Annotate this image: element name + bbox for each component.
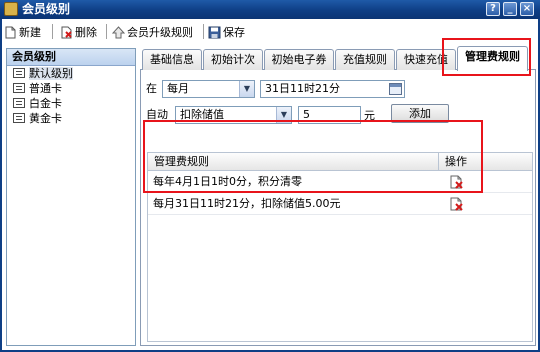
toolbar-separator	[106, 24, 107, 39]
at-label: 在	[146, 82, 157, 95]
toolbar-separator	[52, 24, 53, 39]
action-select[interactable]: 扣除储值 ▼	[175, 106, 292, 124]
rule-text: 每年4月1日1时0分，积分清零	[153, 175, 302, 188]
tab-initial-count[interactable]: 初始计次	[203, 49, 263, 70]
column-header-action: 操作	[445, 155, 467, 168]
new-label: 新建	[19, 26, 41, 39]
amount-input[interactable]: 5	[298, 106, 361, 124]
table-header: 管理费规则 操作	[148, 153, 532, 171]
list-node-icon	[13, 68, 25, 78]
chevron-down-icon[interactable]: ▼	[239, 81, 254, 97]
toolbar-separator	[203, 24, 204, 39]
table-row[interactable]: 每年4月1日1时0分，积分清零	[148, 171, 532, 193]
delete-rule-icon[interactable]	[450, 174, 464, 189]
tab-basic-info[interactable]: 基础信息	[142, 49, 202, 70]
tab-initial-ecoupon[interactable]: 初始电子券	[264, 49, 334, 70]
tree-item-label: 白金卡	[29, 97, 62, 110]
chevron-down-icon[interactable]: ▼	[276, 107, 291, 123]
app-icon	[4, 2, 18, 16]
list-node-icon	[13, 113, 25, 123]
date-time-value: 31日11时21分	[265, 82, 340, 95]
list-node-icon	[13, 98, 25, 108]
tab-recharge-rules[interactable]: 充值规则	[335, 49, 395, 70]
tree-item-gold-card[interactable]: 黄金卡	[7, 111, 135, 126]
help-button[interactable]: ?	[486, 2, 500, 16]
action-value: 扣除储值	[180, 108, 224, 121]
tree-header: 会员级别	[7, 49, 135, 66]
auto-label: 自动	[146, 108, 168, 121]
amount-value: 5	[303, 108, 310, 121]
add-button[interactable]: 添加	[391, 104, 449, 123]
unit-label: 元	[364, 109, 375, 122]
table-row[interactable]: 每月31日11时21分，扣除储值5.00元	[148, 193, 532, 215]
rules-table: 管理费规则 操作 每年4月1日1时0分，积分清零 每月31日11时21分，扣除储…	[147, 152, 533, 342]
management-fee-panel: 在 每月 ▼ 31日11时21分 自动 扣除储值 ▼ 5 元 添加 管理费规则 …	[140, 70, 536, 346]
member-level-tree: 会员级别 默认级别 普通卡 白金卡 黄金卡	[6, 48, 136, 346]
new-button[interactable]: 新建	[4, 23, 41, 41]
period-value: 每月	[167, 82, 189, 95]
save-disk-icon	[208, 26, 221, 39]
list-node-icon	[13, 83, 25, 93]
window-frame-left	[0, 19, 2, 352]
upgrade-rules-button[interactable]: 会员升级规则	[111, 23, 193, 41]
column-divider	[438, 153, 439, 171]
calendar-icon[interactable]	[389, 83, 402, 95]
tab-management-fee-rules[interactable]: 管理费规则	[457, 46, 528, 71]
rule-text: 每月31日11时21分，扣除储值5.00元	[153, 197, 341, 210]
delete-label: 删除	[75, 26, 97, 39]
period-select[interactable]: 每月 ▼	[162, 80, 255, 98]
upgrade-arrow-icon	[111, 25, 126, 39]
tree-item-label: 默认级别	[29, 67, 73, 80]
tree-item-label: 普通卡	[29, 82, 62, 95]
new-document-icon	[4, 26, 17, 39]
date-time-picker[interactable]: 31日11时21分	[260, 80, 405, 98]
delete-icon	[60, 26, 73, 39]
tab-quick-recharge[interactable]: 快速充值	[396, 49, 456, 70]
tree-item-label: 黄金卡	[29, 112, 62, 125]
tree-item-normal-card[interactable]: 普通卡	[7, 81, 135, 96]
tab-strip: 基础信息 初始计次 初始电子券 充值规则 快速充值 管理费规则	[140, 46, 536, 71]
upgrade-rules-label: 会员升级规则	[127, 26, 193, 39]
tree-item-default[interactable]: 默认级别	[7, 66, 135, 81]
delete-rule-icon[interactable]	[450, 196, 464, 211]
tree-item-platinum-card[interactable]: 白金卡	[7, 96, 135, 111]
main-pane: 基础信息 初始计次 初始电子券 充值规则 快速充值 管理费规则 在 每月 ▼ 3…	[140, 46, 536, 346]
minimize-button[interactable]: _	[503, 2, 517, 16]
delete-button[interactable]: 删除	[60, 23, 97, 41]
window-title: 会员级别	[22, 2, 71, 16]
column-header-rule: 管理费规则	[154, 155, 209, 168]
toolbar: 新建 删除 会员升级规则 保存	[2, 21, 538, 43]
save-button[interactable]: 保存	[208, 23, 245, 41]
title-bar: 会员级别 ? _ ×	[0, 0, 540, 19]
close-button[interactable]: ×	[520, 2, 534, 16]
save-label: 保存	[223, 26, 245, 39]
